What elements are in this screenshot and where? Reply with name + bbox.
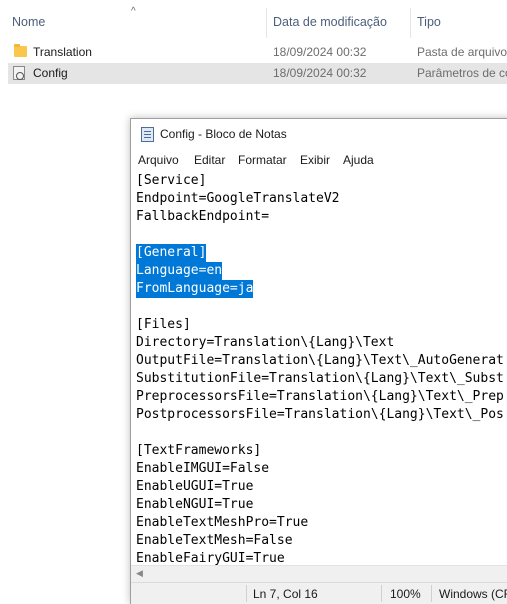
text-line[interactable]: OutputFile=Translation\{Lang}\Text\_Auto… xyxy=(136,352,504,370)
selected-text-line[interactable]: FromLanguage=ja xyxy=(136,280,254,298)
file-row-config[interactable]: Config 18/09/2024 00:32 Parâmetros de co xyxy=(8,63,507,84)
menu-editar[interactable]: Editar xyxy=(194,153,225,167)
text-editor[interactable]: [Service] Endpoint=GoogleTranslateV2 Fallb… xyxy=(131,169,507,565)
file-name: Config xyxy=(33,66,68,80)
selected-text-line[interactable]: [General] xyxy=(136,244,207,262)
file-explorer: ^ Nome Data de modificação Tipo Translat… xyxy=(0,0,507,100)
notepad-icon xyxy=(141,127,154,142)
column-divider[interactable] xyxy=(266,8,267,38)
menu-bar: Arquivo Editar Formatar Exibir Ajuda xyxy=(131,149,507,169)
text-line[interactable]: EnableNGUI=True xyxy=(136,496,253,514)
text-line[interactable]: FallbackEndpoint= xyxy=(136,208,269,226)
zoom-level: 100% xyxy=(390,587,421,601)
file-row-translation[interactable]: Translation 18/09/2024 00:32 Pasta de ar… xyxy=(8,42,507,63)
notepad-window: Config - Bloco de Notas Arquivo Editar F… xyxy=(130,118,507,604)
text-line[interactable]: [TextFrameworks] xyxy=(136,442,261,460)
text-line[interactable]: [Files] xyxy=(136,316,191,334)
text-line[interactable]: EnableTextMesh=False xyxy=(136,532,293,550)
status-divider xyxy=(246,585,247,602)
text-line[interactable]: EnableFairyGUI=True xyxy=(136,550,285,565)
status-divider xyxy=(381,585,382,602)
text-line[interactable]: EnableIMGUI=False xyxy=(136,460,269,478)
file-date: 18/09/2024 00:32 xyxy=(273,66,367,80)
menu-arquivo[interactable]: Arquivo xyxy=(138,153,179,167)
window-title: Config - Bloco de Notas xyxy=(160,127,287,141)
text-line[interactable]: EnableUGUI=True xyxy=(136,478,253,496)
text-line[interactable]: SubstitutionFile=Translation\{Lang}\Text… xyxy=(136,370,504,388)
text-line[interactable]: PreprocessorsFile=Translation\{Lang}\Tex… xyxy=(136,388,504,406)
horizontal-scrollbar[interactable]: ◀ xyxy=(131,565,507,583)
file-name: Translation xyxy=(33,45,92,59)
file-date: 18/09/2024 00:32 xyxy=(273,45,367,59)
text-line[interactable]: EnableTextMeshPro=True xyxy=(136,514,308,532)
selected-text-line[interactable]: Language=en xyxy=(136,262,223,280)
column-date-header[interactable]: Data de modificação xyxy=(273,15,387,29)
folder-icon xyxy=(14,44,27,57)
menu-ajuda[interactable]: Ajuda xyxy=(343,153,374,167)
text-line[interactable]: Directory=Translation\{Lang}\Text xyxy=(136,334,394,352)
text-line[interactable]: PostprocessorsFile=Translation\{Lang}\Te… xyxy=(136,406,504,424)
sort-ascending-icon[interactable]: ^ xyxy=(131,6,136,17)
menu-formatar[interactable]: Formatar xyxy=(238,153,287,167)
scroll-left-icon[interactable]: ◀ xyxy=(136,568,143,579)
column-name-header[interactable]: Nome xyxy=(12,15,45,29)
title-bar[interactable]: Config - Bloco de Notas xyxy=(131,119,507,149)
status-bar: Ln 7, Col 16 100% Windows (CR xyxy=(131,582,507,604)
menu-exibir[interactable]: Exibir xyxy=(300,153,330,167)
column-type-header[interactable]: Tipo xyxy=(417,15,441,29)
text-line[interactable]: Endpoint=GoogleTranslateV2 xyxy=(136,190,340,208)
column-header: ^ Nome Data de modificação Tipo xyxy=(0,0,507,40)
file-type: Pasta de arquivos xyxy=(417,45,507,59)
line-ending: Windows (CR xyxy=(439,587,507,601)
file-type: Parâmetros de co xyxy=(417,66,507,80)
config-file-icon xyxy=(13,66,25,80)
status-divider xyxy=(431,585,432,602)
text-line[interactable]: [Service] xyxy=(136,172,206,190)
cursor-position: Ln 7, Col 16 xyxy=(253,587,318,601)
column-divider[interactable] xyxy=(410,8,411,38)
